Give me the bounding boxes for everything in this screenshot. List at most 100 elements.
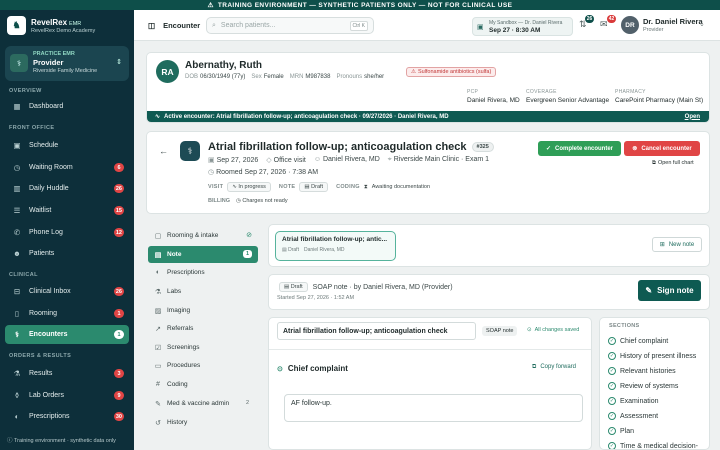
- cancel-encounter-button[interactable]: ⊗ Cancel encounter: [624, 141, 700, 156]
- subnav-screenings[interactable]: ☑ Screenings: [148, 339, 258, 356]
- note-tab[interactable]: Atrial fibrillation follow-up; antic... …: [275, 231, 396, 261]
- section-link-plan[interactable]: ✓ Plan: [608, 427, 634, 435]
- list-icon: ☰: [13, 206, 21, 215]
- phone-icon: ✆: [13, 228, 21, 237]
- search-input[interactable]: ⌕ Search patients... Ctrl K: [206, 17, 374, 34]
- sidebar-item-results[interactable]: ⚗ Results 3: [5, 364, 129, 383]
- count-badge: 1: [114, 309, 124, 318]
- subnav-imaging[interactable]: ▨ Imaging: [148, 302, 258, 319]
- subnav-label: Coding: [167, 381, 188, 388]
- check-circle-icon: ✓: [545, 146, 551, 152]
- share-icon: ↗: [155, 325, 161, 333]
- sidebar-item-encounters[interactable]: ⚕ Encounters 1: [5, 325, 129, 344]
- encounter-subnav: ▢ Rooming & intake ⊘ ▤ Note 1 ◐ Prescriptions…: [146, 224, 262, 450]
- sidebar-item-lab-orders[interactable]: ⚱ Lab Orders 9: [5, 386, 129, 405]
- sidebar-item-waiting-room[interactable]: ◷ Waiting Room 6: [5, 158, 129, 177]
- sign-note-button[interactable]: ✎ Sign note: [638, 280, 701, 301]
- count-badge: 30: [113, 412, 124, 421]
- flask-icon: ⚗: [13, 369, 21, 378]
- sidebar-item-phone-log[interactable]: ✆ Phone Log 12: [5, 223, 129, 242]
- chevron-updown-icon: ⇕: [116, 59, 122, 66]
- sidebar-item-rooming[interactable]: ▯ Rooming 1: [5, 304, 129, 323]
- check-circle-icon: ⊙: [527, 327, 532, 333]
- sidebar-item-schedule[interactable]: ▣ Schedule: [5, 136, 129, 155]
- patient-name[interactable]: Abernathy, Ruth: [185, 60, 262, 71]
- pulse-icon: ∿: [155, 114, 161, 120]
- open-full-chart-link[interactable]: ⧉ Open full chart: [652, 160, 694, 167]
- note-status-pill: ▤ Draft: [299, 182, 329, 192]
- complete-encounter-button[interactable]: ✓ Complete encounter: [538, 141, 621, 156]
- copy-forward-label: Copy forward: [540, 364, 576, 370]
- new-note-button[interactable]: ⊞ New note: [652, 237, 702, 252]
- section-link-hpi[interactable]: ✓ History of present illness: [608, 352, 696, 360]
- sidebar-item-patients[interactable]: ☻ Patients: [5, 244, 129, 263]
- section-link-examination[interactable]: ✓ Examination: [608, 397, 659, 405]
- sidebar-item-clinical-inbox[interactable]: ⊟ Clinical Inbox 26: [5, 282, 129, 301]
- complete-encounter-label: Complete encounter: [555, 145, 614, 152]
- sidebar-item-daily-huddle[interactable]: ▥ Daily Huddle 26: [5, 179, 129, 198]
- pill-icon: ◐: [14, 412, 20, 421]
- subnav-label: Screenings: [167, 344, 200, 351]
- search-shortcut: Ctrl K: [349, 21, 368, 31]
- save-status: ⊙ All changes saved: [527, 327, 579, 333]
- section-link-relevant-histories[interactable]: ✓ Relevant histories: [608, 367, 676, 375]
- subnav-rooming-intake[interactable]: ▢ Rooming & intake ⊘: [148, 227, 258, 244]
- sidebar-item-dashboard[interactable]: ▦ Dashboard: [5, 97, 129, 116]
- visit-status-pill: ∿ In progress: [227, 182, 271, 192]
- open-full-chart-label: Open full chart: [657, 160, 694, 166]
- subnav-history[interactable]: ↺ History: [148, 414, 258, 431]
- section-overview: OVERVIEW: [9, 88, 42, 94]
- sidebar-item-label: Lab Orders: [29, 392, 65, 399]
- subnav-note[interactable]: ▤ Note 1: [148, 246, 258, 263]
- back-arrow-icon[interactable]: ←: [159, 146, 168, 156]
- subnav-med-vaccine-admin[interactable]: ✎ Med & vaccine admin 2: [148, 395, 258, 412]
- practice-switcher[interactable]: ⚕ PRACTICE EMR Provider Riverside Family…: [5, 46, 129, 81]
- users-icon: ☻: [13, 249, 21, 258]
- check-circle-icon: ⊘: [246, 232, 252, 239]
- subnav-count: 1: [242, 250, 252, 258]
- encounter-statuses: VISIT ∿ In progress NOTE ▤ Draft CODING ⧗ Aw…: [208, 182, 430, 192]
- copy-forward-button[interactable]: ⧉ Copy forward: [532, 364, 576, 371]
- calendar-icon: ▣: [208, 157, 215, 164]
- subnav-procedures[interactable]: ▭ Procedures: [148, 357, 258, 374]
- alert-icon: ⚠: [411, 69, 416, 75]
- count-badge: 3: [114, 369, 124, 378]
- note-type-tag: SOAP note: [482, 326, 518, 336]
- sidebar-item-prescriptions[interactable]: ◐ Prescriptions 30: [5, 407, 129, 426]
- pulse-icon: ∿: [232, 184, 237, 190]
- count-badge: 26: [113, 287, 124, 296]
- section-link-chief-complaint[interactable]: ✓ Chief complaint: [608, 337, 668, 345]
- encounter-details: ▣ Sep 27, 2026 ◇ Office visit ☺ Daniel Rive…: [208, 156, 489, 164]
- panel-icon[interactable]: ◫: [148, 21, 155, 30]
- x-circle-icon: ⊗: [632, 146, 638, 152]
- allergy-badge[interactable]: ⚠ Sulfonamide antibiotics (sulfa): [406, 67, 497, 77]
- patient-avatar: RA: [156, 60, 179, 83]
- clipboard-check-icon: ☑: [154, 344, 162, 352]
- open-encounter-link[interactable]: Open: [685, 114, 700, 120]
- avatar[interactable]: DR: [621, 16, 639, 34]
- subnav-coding[interactable]: # Coding: [148, 376, 258, 393]
- section-link-assessment[interactable]: ✓ Assessment: [608, 412, 658, 420]
- patient-dob: DOB 06/30/1949 (77y): [185, 74, 245, 80]
- section-link-time-mdm[interactable]: ✓ Time & medical decision-: [608, 442, 698, 449]
- save-status-text: All changes saved: [534, 327, 580, 333]
- sidebar-item-waitlist[interactable]: ☰ Waitlist 15: [5, 201, 129, 220]
- section-link-review-of-systems[interactable]: ✓ Review of systems: [608, 382, 678, 390]
- subnav-label: Prescriptions: [167, 269, 205, 276]
- section-clinical: CLINICAL: [9, 272, 38, 278]
- sidebar-item-label: Daily Huddle: [29, 185, 69, 192]
- chevron-down-icon[interactable]: ⌄: [699, 20, 705, 28]
- training-banner: ⚠ TRAINING ENVIRONMENT — SYNTHETIC PATIEN…: [0, 0, 720, 10]
- subnav-labs[interactable]: ⚗ Labs: [148, 283, 258, 300]
- sandbox-clock[interactable]: ▣ My Sandbox — Dr. Daniel Rivera Sep 27 · …: [472, 17, 573, 36]
- subnav-referrals[interactable]: ↗ Referrals: [148, 320, 258, 337]
- encounter-provider: ☺ Daniel Rivera, MD: [314, 156, 380, 164]
- chief-complaint-textarea[interactable]: AF follow-up.: [284, 394, 583, 422]
- user-name[interactable]: Dr. Daniel Rivera: [643, 17, 703, 26]
- note-title-input[interactable]: Atrial fibrillation follow-up; anticoagu…: [277, 322, 476, 340]
- location-icon: ⌖: [387, 156, 392, 163]
- subnav-prescriptions[interactable]: ◐ Prescriptions: [148, 264, 258, 281]
- note-tab-title: Atrial fibrillation follow-up; antic...: [282, 236, 388, 243]
- encounter-id-badge: #325: [471, 142, 494, 152]
- section-orders-results: ORDERS & RESULTS: [9, 353, 72, 359]
